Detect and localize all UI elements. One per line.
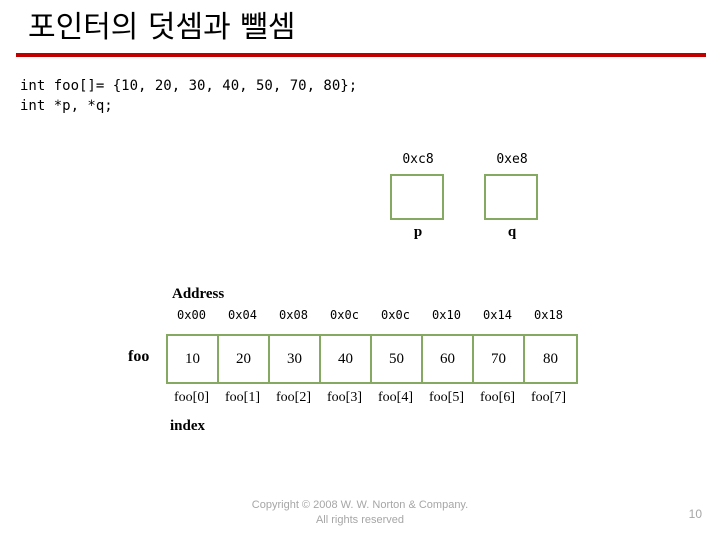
array-cell: 50	[372, 336, 423, 382]
array-cell: 10	[168, 336, 219, 382]
copyright-line-1: Copyright © 2008 W. W. Norton & Company.	[251, 499, 469, 511]
address-cell: 0x04	[228, 308, 257, 322]
address-cell: 0x00	[177, 308, 206, 322]
index-cell: foo[4]	[378, 390, 413, 405]
pointer-name-q: q	[507, 224, 517, 240]
code-block: int foo[]= {10, 20, 30, 40, 50, 70, 80};…	[20, 76, 357, 116]
title-divider	[16, 53, 706, 57]
address-cell: 0x10	[432, 308, 461, 322]
pointer-box-q	[484, 174, 538, 220]
pointer-name-p: p	[413, 224, 423, 240]
array-variable-label: foo	[128, 348, 150, 365]
code-line-1: int foo[]= {10, 20, 30, 40, 50, 70, 80};	[20, 78, 358, 94]
address-cell: 0x08	[279, 308, 308, 322]
address-cell: 0x0c	[381, 308, 410, 322]
array-cell: 60	[423, 336, 474, 382]
array-cell: 20	[219, 336, 270, 382]
array-cell: 30	[270, 336, 321, 382]
footer: Copyright © 2008 W. W. Norton & Company.…	[0, 498, 720, 528]
index-cell: foo[0]	[174, 390, 209, 405]
address-cell: 0x14	[483, 308, 512, 322]
page-title: 포인터의 덧셈과 뺄셈	[28, 10, 296, 45]
array-cell: 80	[525, 336, 576, 382]
array-cell: 40	[321, 336, 372, 382]
address-cell: 0x0c	[330, 308, 359, 322]
index-row: foo[0] foo[1] foo[2] foo[3] foo[4] foo[5] foo[…	[166, 390, 574, 406]
index-cell: foo[2]	[276, 390, 311, 405]
address-row: 0x00 0x04 0x08 0x0c 0x0c 0x10 0x14 0x18	[166, 308, 574, 322]
copyright-line-2: All rights reserved	[315, 514, 405, 526]
address-cell: 0x18	[534, 308, 563, 322]
index-cell: foo[7]	[531, 390, 566, 405]
index-cell: foo[3]	[327, 390, 362, 405]
pointer-address-q: 0xe8	[496, 152, 528, 167]
pointer-address-p: 0xc8	[402, 152, 434, 167]
code-line-2: int *p, *q;	[20, 98, 113, 114]
pointer-box-p	[390, 174, 444, 220]
address-heading: Address	[172, 286, 225, 302]
index-caption: index	[170, 418, 206, 434]
page-number: 10	[688, 507, 702, 521]
array-table: 10 20 30 40 50 60 70 80	[166, 334, 578, 384]
index-cell: foo[6]	[480, 390, 515, 405]
index-cell: foo[1]	[225, 390, 260, 405]
index-cell: foo[5]	[429, 390, 464, 405]
array-cell: 70	[474, 336, 525, 382]
